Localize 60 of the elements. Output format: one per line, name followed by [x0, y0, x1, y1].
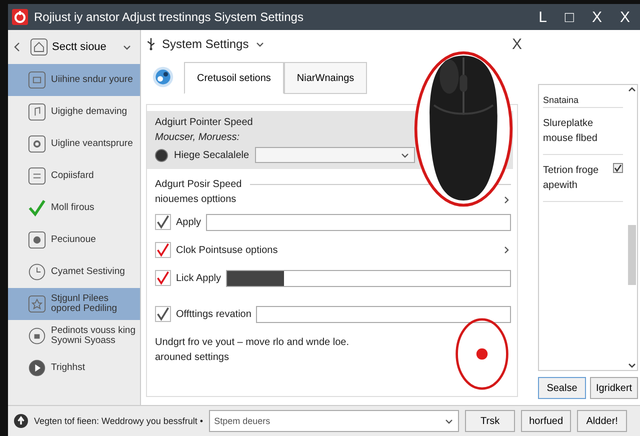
window-control-button[interactable]: □: [558, 8, 580, 26]
usb-icon: [146, 37, 156, 51]
sidebar-item[interactable]: Trighhst: [8, 352, 140, 384]
dropdown-field[interactable]: [256, 306, 511, 322]
tab[interactable]: Cretusoil setions: [184, 62, 284, 94]
close-button[interactable]: X: [506, 34, 528, 54]
tab[interactable]: NiarWnaings: [284, 62, 368, 94]
list-item[interactable]: Tetrion froge apewith: [543, 163, 609, 193]
play-icon: [28, 359, 46, 377]
scrollbar[interactable]: [627, 85, 637, 370]
sidebar-item[interactable]: Copiisfard: [8, 160, 140, 192]
checkbox[interactable]: [613, 163, 623, 173]
scrollbar-thumb[interactable]: [628, 225, 636, 285]
list-heading: Snataina: [543, 95, 623, 108]
home-icon: [30, 38, 48, 56]
input-field[interactable]: [206, 214, 511, 230]
sidebar-item[interactable]: Stjgunl Pilees opored Pediling: [8, 288, 140, 320]
window-control-button[interactable]: L: [532, 8, 553, 26]
check-icon: [28, 199, 46, 217]
back-icon[interactable]: [12, 42, 22, 52]
radio-label: Hiege Secalalele: [174, 150, 250, 160]
sidebar-item[interactable]: Cyamet Sestiving: [8, 256, 140, 288]
clock-icon: [28, 263, 46, 281]
option-label: Apply: [176, 216, 202, 228]
option-label: Offttings revation: [176, 308, 252, 320]
description-text: Undgrt fro ve yout – move rlo and wnde loe. arouned settings: [155, 336, 350, 365]
doc-icon: [28, 167, 46, 185]
status-button[interactable]: Aldder!: [577, 410, 628, 432]
window-control-button[interactable]: X: [586, 8, 608, 26]
status-button[interactable]: horfued: [521, 410, 572, 432]
status-button[interactable]: Trsk: [465, 410, 516, 432]
option-label: Lick Apply: [176, 272, 222, 284]
window-control-button[interactable]: X: [614, 8, 636, 26]
panel-title: System Settings: [162, 37, 249, 51]
sidebar-item[interactable]: Uigline veantsprure: [8, 128, 140, 160]
section-subtitle: niouemes opttions: [155, 194, 236, 205]
app-logo-icon: [12, 9, 28, 25]
radio-button[interactable]: [155, 148, 168, 162]
sidebar-item[interactable]: Peciunoue: [8, 224, 140, 256]
dialog-button[interactable]: Igridkert: [590, 377, 638, 399]
sidebar-item[interactable]: Moll firous: [8, 192, 140, 224]
section-title: Adgurt Posir Speed: [155, 179, 242, 190]
sidebar-item[interactable]: Pedinots vouss king Syowni Syoass: [8, 320, 140, 352]
status-text: Vegten tof fieen: Weddrowy you bessfrult •: [34, 416, 204, 426]
box-icon: [28, 71, 46, 89]
group-title: Adgiurt Pointer Speed: [155, 117, 254, 128]
dropdown-field[interactable]: [255, 147, 416, 163]
checkbox[interactable]: [155, 214, 171, 230]
list-item[interactable]: Slureplatke mouse flbed: [543, 116, 623, 146]
window-title: Rojiust iy anstor Adjust trestinngs Siystem Settings: [34, 10, 304, 24]
option-label: Clok Pointsuse options: [176, 244, 278, 256]
sidebar-item[interactable]: Uigighe demaving: [8, 96, 140, 128]
checkbox[interactable]: [155, 242, 171, 258]
dialog-button[interactable]: Sealse: [538, 377, 586, 399]
checkbox[interactable]: [155, 306, 171, 322]
group-subtitle: Moucser, Moruess:: [155, 132, 240, 143]
checkbox[interactable]: [155, 270, 171, 286]
status-dropdown[interactable]: Stpem deuers: [209, 410, 460, 432]
sidebar-item[interactable]: Uiihine sndur youre: [8, 64, 140, 96]
section-dropdown[interactable]: Sectt sioue: [26, 38, 136, 56]
